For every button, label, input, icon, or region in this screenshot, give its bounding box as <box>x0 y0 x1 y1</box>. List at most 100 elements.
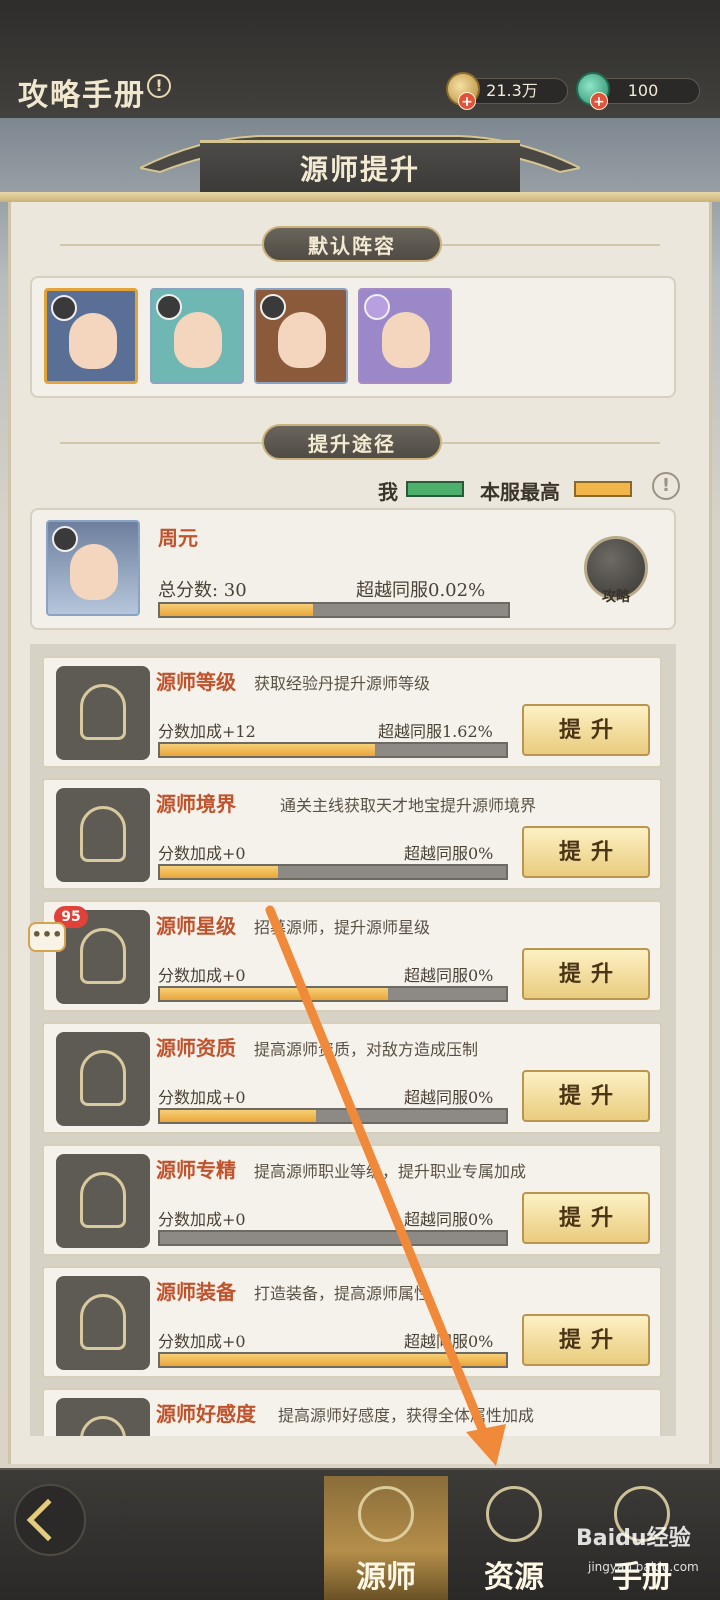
figure-icon <box>80 1294 126 1350</box>
upgrade-category-icon <box>56 666 150 760</box>
upgrade-button[interactable]: 提升 <box>522 1070 650 1122</box>
hero-face <box>69 313 117 369</box>
hero-face <box>382 312 430 368</box>
card-bonus: 分数加成+12 <box>158 722 256 741</box>
player-avatar <box>46 520 140 616</box>
card-progress-bar <box>158 864 508 880</box>
team-section-title: 默认阵容 <box>262 226 442 262</box>
hero-avatar-3[interactable] <box>254 288 348 384</box>
upgrade-button[interactable]: 提升 <box>522 704 650 756</box>
card-title: 源师境界 <box>156 792 236 816</box>
card-title: 源师专精 <box>156 1158 236 1182</box>
figure-icon <box>80 684 126 740</box>
card-description: 获取经验丹提升源师等级 <box>254 674 431 693</box>
upgrade-list[interactable]: 源师等级 获取经验丹提升源师等级 分数加成+12 超越同服1.62% 提升 源师境界 通关主… <box>30 644 676 1436</box>
card-progress-bar <box>158 1108 508 1124</box>
card-title: 源师等级 <box>156 670 236 694</box>
card-bonus: 分数加成+0 <box>158 1210 246 1229</box>
element-icon <box>52 526 78 552</box>
card-rank: 超越同服1.62% <box>378 722 493 741</box>
card-progress-fill <box>160 1110 316 1122</box>
chat-icon[interactable]: ••• <box>28 922 66 952</box>
upgrade-button[interactable]: 提升 <box>522 1314 650 1366</box>
card-progress-bar <box>158 1352 508 1368</box>
tab-label: 源师 <box>356 1560 416 1595</box>
paths-section-title: 提升途径 <box>262 424 442 460</box>
card-description: 打造装备，提高源师属性 <box>254 1284 431 1303</box>
figure-icon <box>80 1416 126 1436</box>
card-progress-fill <box>160 866 278 878</box>
figure-icon <box>80 928 126 984</box>
element-icon <box>364 294 390 320</box>
card-description: 提高源师职业等级，提升职业专属加成 <box>254 1162 527 1181</box>
upgrade-button[interactable]: 提升 <box>522 948 650 1000</box>
banner-title: 源师提升 <box>299 153 420 186</box>
card-title: 源师装备 <box>156 1280 236 1304</box>
card-rank: 超越同服0% <box>404 844 494 863</box>
card-progress-bar <box>158 1230 508 1246</box>
upgrade-card: 源师境界 通关主线获取天才地宝提升源师境界分数加成+0 超越同服0% 提升 <box>42 778 662 890</box>
card-description: 提高源师好感度，获得全体属性加成 <box>278 1406 535 1425</box>
card-progress-fill <box>160 988 389 1000</box>
mentor-icon <box>358 1486 414 1542</box>
upgrade-card: 源师专精 提高源师职业等级，提升职业专属加成分数加成+0 超越同服0% 提升 <box>42 1144 662 1256</box>
hero-face <box>278 312 326 368</box>
card-bonus: 分数加成+0 <box>158 844 246 863</box>
card-progress-bar <box>158 742 508 758</box>
player-progress-bar <box>158 602 510 618</box>
upgrade-category-icon <box>56 1276 150 1370</box>
card-title: 源师星级 <box>156 914 236 938</box>
card-description: 通关主线获取天才地宝提升源师境界 <box>280 796 537 815</box>
watermark: Baidu经验 <box>576 1526 691 1551</box>
card-rank: 超越同服0% <box>404 1088 494 1107</box>
figure-icon <box>80 806 126 862</box>
player-progress-fill <box>160 604 314 616</box>
tab-label: 资源 <box>484 1560 544 1595</box>
hero-avatar-2[interactable] <box>150 288 244 384</box>
legend-top-label: 本服最高 <box>480 480 560 504</box>
tab-resources[interactable]: 资源 <box>452 1476 576 1600</box>
tab-mentor[interactable]: 源师 <box>324 1476 448 1600</box>
upgrade-card: 源师星级 招募源师，提升源师星级 分数加成+0 超越同服0% 提升 <box>42 900 662 1012</box>
upgrade-category-icon <box>56 1154 150 1248</box>
add-coin-button[interactable]: + <box>458 92 476 110</box>
figure-icon <box>80 1050 126 1106</box>
card-description: 招募源师，提升源师星级 <box>254 918 431 937</box>
element-icon <box>260 294 286 320</box>
upgrade-category-icon <box>56 1398 150 1436</box>
card-description: 提高源师资质，对敌方造成压制 <box>254 1040 479 1059</box>
page-title: 攻略手册 <box>18 78 146 113</box>
info-icon[interactable]: ! <box>147 74 171 98</box>
upgrade-category-icon <box>56 1032 150 1126</box>
element-icon <box>156 294 182 320</box>
card-rank: 超越同服0% <box>404 1210 494 1229</box>
gold-rail <box>0 192 720 202</box>
upgrade-card: 源师好感度 提高源师好感度，获得全体属性加成 <box>42 1388 662 1436</box>
card-bonus: 分数加成+0 <box>158 966 246 985</box>
strategy-label[interactable]: 攻略 <box>584 586 648 606</box>
help-icon[interactable]: ! <box>652 472 680 500</box>
upgrade-button[interactable]: 提升 <box>522 826 650 878</box>
player-rank: 超越同服0.02% <box>356 580 486 601</box>
player-score: 总分数: 30 <box>158 580 247 601</box>
add-jade-button[interactable]: + <box>590 92 608 110</box>
upgrade-button[interactable]: 提升 <box>522 1192 650 1244</box>
legend-me-swatch <box>406 481 464 497</box>
upgrade-card: 源师资质 提高源师资质，对敌方造成压制 分数加成+0 超越同服0% 提升 <box>42 1022 662 1134</box>
card-bonus: 分数加成+0 <box>158 1332 246 1351</box>
upgrade-card: 源师等级 获取经验丹提升源师等级分数加成+12 超越同服1.62% 提升 <box>42 656 662 768</box>
card-progress-fill <box>160 1354 506 1366</box>
card-bonus: 分数加成+0 <box>158 1088 246 1107</box>
tab-label: 手册 <box>612 1560 672 1595</box>
card-rank: 超越同服0% <box>404 1332 494 1351</box>
player-name: 周元 <box>158 526 198 550</box>
hero-avatar-4[interactable] <box>358 288 452 384</box>
legend-top-swatch <box>574 481 632 497</box>
hero-face <box>70 544 118 600</box>
hero-avatar-1[interactable] <box>44 288 138 384</box>
element-icon <box>51 295 77 321</box>
figure-icon <box>80 1172 126 1228</box>
upgrade-card: 源师装备 打造装备，提高源师属性分数加成+0 超越同服0% 提升 <box>42 1266 662 1378</box>
crystal-icon <box>486 1486 542 1542</box>
upgrade-category-icon <box>56 788 150 882</box>
